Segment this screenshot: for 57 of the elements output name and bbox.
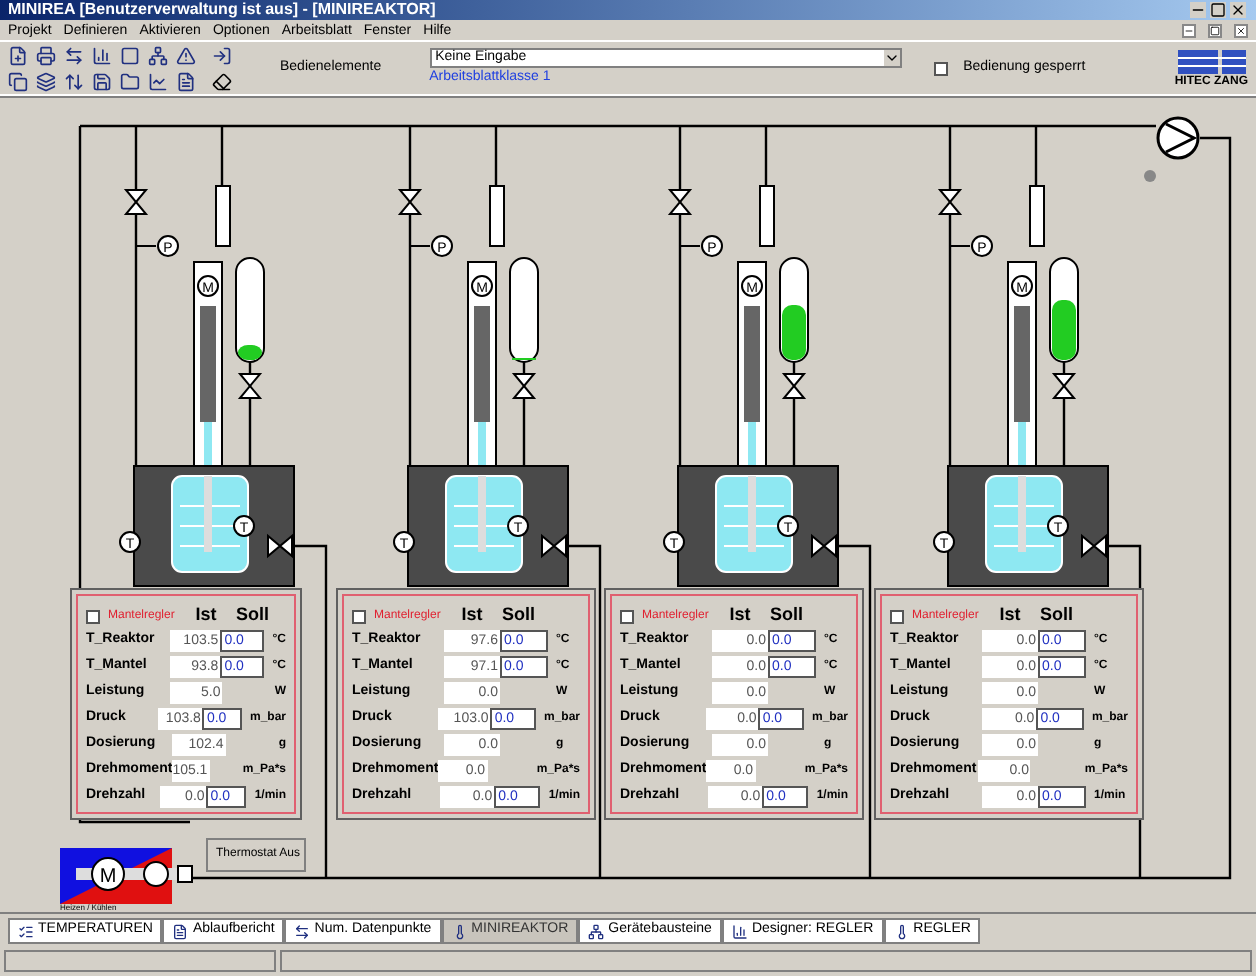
warning-icon[interactable]	[176, 45, 196, 65]
file-plus-icon[interactable]	[8, 45, 28, 65]
valve-icon	[1081, 533, 1107, 559]
tab-icon	[18, 923, 34, 939]
layers-icon[interactable]	[36, 71, 56, 91]
dropdown-arrow-icon[interactable]	[883, 49, 900, 66]
arrows-icon[interactable]	[64, 45, 84, 65]
eraser-icon[interactable]	[212, 71, 232, 91]
valve-icon	[397, 189, 423, 215]
tab-icon	[588, 923, 605, 939]
tab-icon	[731, 923, 748, 939]
minimize-icon[interactable]	[1190, 2, 1206, 18]
column-header: Soll	[236, 602, 270, 629]
checkbox[interactable]	[352, 609, 366, 623]
valve-icon	[937, 189, 963, 215]
valve-icon	[267, 533, 293, 559]
tab-icon	[172, 923, 189, 939]
line-chart-icon[interactable]	[148, 71, 168, 91]
column-header: Soll	[770, 602, 804, 629]
valve-icon	[667, 189, 693, 215]
window-title: MINIREA [Benutzerverwaltung ist aus] - [MINIREAKTOR]	[8, 2, 438, 18]
tab-icon	[294, 923, 311, 939]
close-icon[interactable]	[1234, 23, 1248, 37]
folder-icon[interactable]	[120, 71, 140, 91]
column-header: Ist	[997, 602, 1023, 629]
valve-icon	[237, 373, 263, 399]
tab-icon	[893, 923, 910, 939]
valve-icon	[811, 533, 837, 559]
column-header: Soll	[502, 602, 536, 629]
checkbox[interactable]	[86, 609, 100, 623]
column-header: Ist	[193, 602, 219, 629]
bar-chart-icon[interactable]	[92, 45, 112, 65]
printer-icon[interactable]	[36, 45, 56, 65]
status-dot	[1144, 170, 1156, 182]
column-header: Soll	[1040, 602, 1074, 629]
copy-icon[interactable]	[8, 71, 28, 91]
up-down-arrows-icon[interactable]	[64, 71, 84, 91]
network-icon[interactable]	[148, 45, 168, 65]
heater-drawing: M	[60, 848, 193, 904]
checkbox[interactable]	[933, 61, 948, 75]
company-logo-icon	[1177, 48, 1246, 76]
checkbox[interactable]	[620, 609, 634, 623]
valve-icon	[781, 373, 807, 399]
valve-icon	[511, 373, 537, 399]
save-icon[interactable]	[92, 71, 112, 91]
column-header: Ist	[459, 602, 485, 629]
valve-icon	[541, 533, 567, 559]
enter-icon[interactable]	[212, 45, 232, 65]
valve-icon	[1051, 373, 1077, 399]
minimize-icon[interactable]	[1182, 23, 1196, 37]
valve-icon	[123, 189, 149, 215]
column-header: Ist	[727, 602, 753, 629]
tab-icon	[451, 923, 468, 939]
pump-icon	[1156, 116, 1200, 160]
checkbox[interactable]	[890, 609, 904, 623]
close-icon[interactable]	[1230, 2, 1246, 18]
document-icon[interactable]	[176, 71, 196, 91]
